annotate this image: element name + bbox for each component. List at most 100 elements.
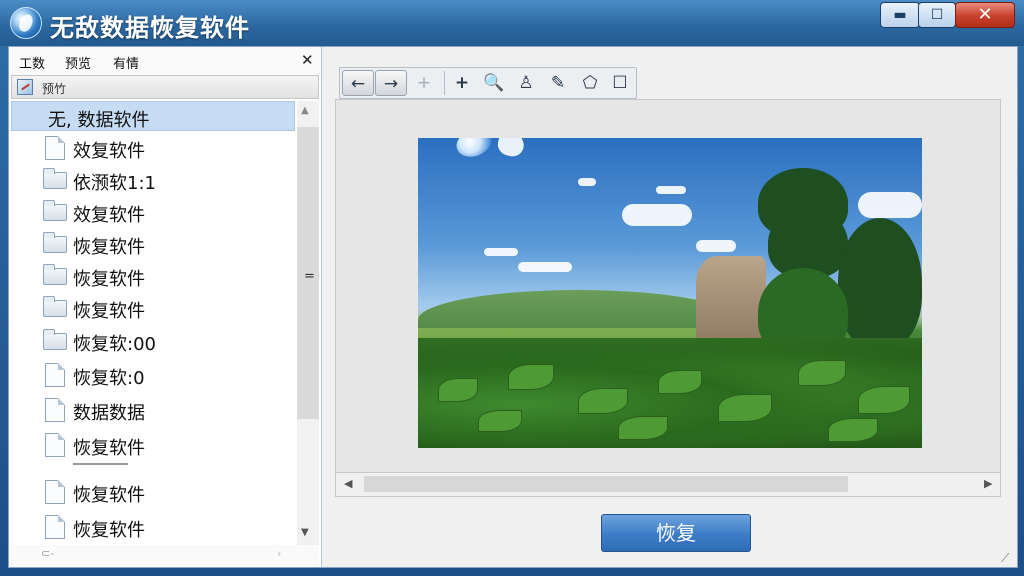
folder-icon: [43, 264, 67, 285]
preview-horizontal-scrollbar[interactable]: ◀ ▶: [335, 473, 1001, 497]
close-button[interactable]: ✕: [955, 2, 1015, 28]
list-horizontal-scrollbar[interactable]: ⊂- ›: [11, 545, 319, 565]
cloud: [518, 262, 572, 272]
panel-menubar: 工数 预览 有情 ✕: [9, 47, 321, 75]
subbar-label: 预竹: [42, 82, 67, 96]
folder-icon: [43, 232, 67, 253]
title-bar: 无敌数据恢复软件 ▬ ☐ ✕: [0, 0, 1024, 46]
leaf: [478, 410, 522, 432]
leaf: [438, 378, 478, 402]
maximize-button[interactable]: ☐: [918, 2, 956, 28]
client-area: 工数 预览 有情 ✕ 预竹 无, 数据软件 效复软件 依滪软1:1 效复软件 恢…: [8, 46, 1018, 568]
cloud: [578, 178, 596, 186]
list-item-label: 恢复软件: [73, 301, 145, 322]
app-window: 无敌数据恢复软件 ▬ ☐ ✕ 工数 预览 有情 ✕ 预竹 无, 数据软件 效复软…: [0, 0, 1024, 576]
preview-toolbar: ← → + + 🔍 ♙ ✎ ⬠ ☐: [339, 67, 637, 99]
leaf: [798, 360, 846, 386]
list-item[interactable]: 恢复软:00: [11, 326, 295, 356]
preview-image: [418, 138, 922, 448]
leaf: [718, 394, 772, 422]
scroll-left-icon[interactable]: ⊂-: [41, 547, 54, 560]
pen-icon[interactable]: ✎: [542, 70, 574, 96]
list-item-label: 恢复软件: [73, 520, 145, 541]
list-item-label: 恢复软件: [73, 438, 145, 459]
list-item-label: 无, 数据软件: [48, 110, 150, 131]
stamp-icon[interactable]: ♙: [510, 70, 542, 96]
comment-icon[interactable]: ☐: [604, 70, 636, 96]
file-tree-panel: 工数 预览 有情 ✕ 预竹 无, 数据软件 效复软件 依滪软1:1 效复软件 恢…: [9, 47, 322, 567]
scroll-up-icon[interactable]: ▲: [301, 105, 309, 116]
leaf: [658, 370, 702, 394]
scrollbar-thumb[interactable]: [364, 476, 848, 492]
leaf: [828, 418, 878, 442]
scroll-right-icon[interactable]: ▶: [984, 477, 992, 490]
toolbar-divider: [444, 71, 445, 95]
list-item-label: 恢复软件: [73, 237, 145, 258]
tag-icon[interactable]: ⬠: [574, 70, 606, 96]
cloud: [656, 186, 686, 194]
file-icon: [45, 433, 65, 457]
list-item-label: 恢复软:00: [73, 334, 156, 355]
list-item[interactable]: 恢复软件: [11, 430, 295, 460]
list-item-label: 恢复软:0: [73, 368, 145, 389]
folder-icon: [43, 200, 67, 221]
list-item-label: 恢复软件: [73, 485, 145, 506]
recover-button[interactable]: 恢复: [601, 514, 751, 552]
list-item[interactable]: 恢复软件: [11, 512, 295, 542]
scroll-right-icon[interactable]: ›: [277, 547, 281, 560]
rock-cliff: [696, 256, 766, 346]
preview-viewer: [335, 99, 1001, 473]
leaf: [618, 416, 668, 440]
list-item[interactable]: 恢复软:0: [11, 360, 295, 390]
forward-button[interactable]: →: [375, 70, 407, 96]
list-item[interactable]: 数据数据: [11, 395, 295, 425]
resize-grip-icon[interactable]: ⟋: [1001, 551, 1009, 566]
folder-icon: [43, 168, 67, 189]
list-item-selected[interactable]: 无, 数据软件: [11, 101, 295, 131]
cloud: [696, 240, 736, 252]
leaf: [578, 388, 628, 414]
list-item[interactable]: 恢复软件: [11, 261, 295, 291]
menu-tools[interactable]: 工数: [19, 53, 45, 72]
file-icon: [45, 515, 65, 539]
list-item[interactable]: 恢复软件: [11, 229, 295, 259]
list-item[interactable]: 恢复软件: [11, 293, 295, 323]
cloud: [622, 204, 692, 226]
list-item-partial: [73, 461, 133, 467]
splitter-grip-icon[interactable]: =: [304, 269, 315, 284]
back-button[interactable]: ←: [342, 70, 374, 96]
file-icon: [45, 136, 65, 160]
app-logo-icon: [10, 7, 42, 39]
list-vertical-scrollbar[interactable]: ▲ ▼: [297, 101, 319, 545]
panel-close-icon[interactable]: ✕: [301, 51, 314, 69]
cloud: [484, 248, 518, 256]
list-item[interactable]: 恢复软件: [11, 477, 295, 507]
preview-tool-icon[interactable]: [17, 79, 33, 95]
zoom-icon[interactable]: 🔍: [478, 70, 510, 96]
logo-watermark-icon: [495, 138, 527, 159]
panel-subbar: 预竹: [11, 75, 319, 99]
tree-cluster: [838, 218, 922, 348]
file-list: 无, 数据软件 效复软件 依滪软1:1 效复软件 恢复软件 恢复软件 恢复软件 …: [11, 101, 297, 545]
file-icon: [45, 363, 65, 387]
add-button[interactable]: +: [446, 70, 478, 96]
folder-icon: [43, 296, 67, 317]
list-item[interactable]: 效复软件: [11, 133, 295, 163]
list-item-label: 数据数据: [73, 403, 145, 424]
file-icon: [45, 398, 65, 422]
scroll-left-icon[interactable]: ◀: [344, 477, 352, 490]
list-item[interactable]: 依滪软1:1: [11, 165, 295, 195]
scroll-down-icon[interactable]: ▼: [301, 527, 309, 538]
logo-watermark-icon: [452, 138, 496, 162]
window-title: 无敌数据恢复软件: [50, 14, 250, 42]
list-item[interactable]: 效复软件: [11, 197, 295, 227]
list-item-label: 恢复软件: [73, 269, 145, 290]
folder-icon: [43, 329, 67, 350]
leaf: [508, 364, 554, 390]
list-item-label: 效复软件: [73, 205, 145, 226]
menu-preview[interactable]: 预览: [65, 53, 91, 72]
list-item-label: 效复软件: [73, 141, 145, 162]
add-disabled-button[interactable]: +: [408, 70, 440, 96]
minimize-button[interactable]: ▬: [880, 2, 920, 28]
menu-info[interactable]: 有情: [113, 53, 139, 72]
